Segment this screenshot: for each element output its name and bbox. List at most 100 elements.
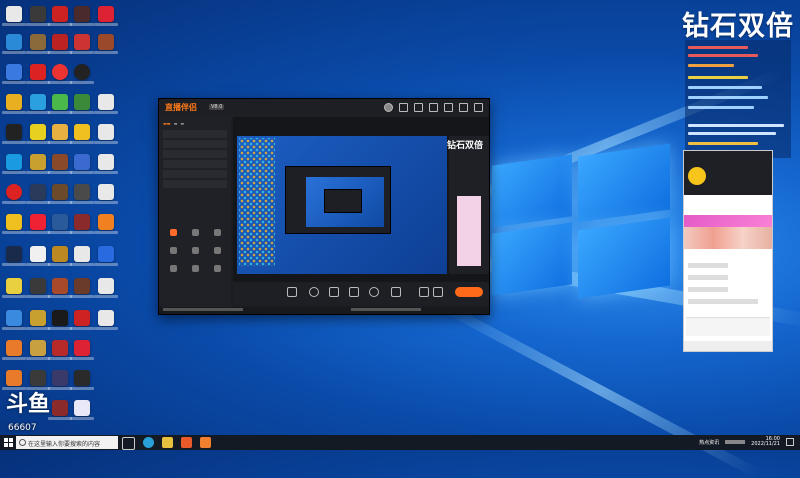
desktop-icon[interactable] (94, 6, 118, 26)
desktop-icon[interactable] (94, 214, 118, 234)
list-item[interactable] (688, 275, 728, 280)
scene-item[interactable] (163, 130, 227, 138)
desktop-icon[interactable] (70, 246, 94, 266)
stream-preview[interactable] (237, 136, 447, 274)
desktop-icon[interactable] (94, 124, 118, 144)
desktop-icon[interactable] (26, 370, 50, 390)
desktop-icon[interactable] (2, 6, 26, 26)
tab-material[interactable]: ▬ (174, 121, 178, 126)
list-item[interactable] (688, 287, 728, 292)
avatar[interactable] (688, 167, 706, 185)
bottom-card[interactable] (686, 317, 770, 336)
clock[interactable]: 16:00 2022/11/21 (751, 437, 780, 447)
desktop-icon[interactable] (70, 370, 94, 390)
photo-strip[interactable] (684, 227, 772, 249)
desktop-icon[interactable] (70, 214, 94, 234)
desktop-icon[interactable] (94, 94, 118, 114)
desktop-icon[interactable] (70, 310, 94, 330)
location-icon[interactable] (309, 287, 319, 297)
desktop-icon[interactable] (70, 340, 94, 360)
desktop-icon[interactable] (70, 184, 94, 204)
desktop-icon[interactable] (48, 34, 72, 54)
desktop-icon[interactable] (2, 278, 26, 298)
desktop-icon[interactable] (70, 64, 94, 84)
tool-button[interactable] (163, 229, 183, 243)
record-icon[interactable] (349, 287, 359, 297)
tool-button[interactable] (207, 247, 227, 261)
desktop-icon[interactable] (2, 370, 26, 390)
desktop-icon[interactable] (26, 340, 50, 360)
desktop-icon[interactable] (48, 154, 72, 174)
desktop-icon[interactable] (70, 154, 94, 174)
desktop-icon[interactable] (48, 340, 72, 360)
app-titlebar[interactable]: 直播伴侣 V8.0 (159, 99, 489, 117)
desktop-icon[interactable] (26, 64, 50, 84)
desktop-icon[interactable] (48, 246, 72, 266)
desktop-icon[interactable] (94, 310, 118, 330)
desktop-icon[interactable] (2, 340, 26, 360)
desktop-icon[interactable] (26, 94, 50, 114)
desktop-icon[interactable] (2, 154, 26, 174)
app-icon[interactable] (181, 437, 192, 448)
desktop-icon[interactable] (70, 278, 94, 298)
desktop-icon[interactable] (48, 400, 72, 420)
desktop-icon[interactable] (94, 184, 118, 204)
avatar-icon[interactable] (384, 103, 393, 112)
desktop-icon[interactable] (26, 214, 50, 234)
scene-item[interactable] (163, 160, 227, 168)
desktop-icon[interactable] (48, 214, 72, 234)
edge-icon[interactable] (143, 437, 154, 448)
desktop-icon[interactable] (94, 278, 118, 298)
desktop-icon[interactable] (2, 184, 26, 204)
task-view-icon[interactable] (122, 437, 135, 450)
screenshot-icon[interactable] (287, 287, 297, 297)
desktop-icon[interactable] (26, 278, 50, 298)
desktop-icon[interactable] (48, 184, 72, 204)
start-live-button[interactable] (455, 287, 483, 297)
search-box[interactable]: 在这里输入你要搜索的内容 (16, 436, 118, 449)
list-item[interactable] (688, 263, 728, 268)
tool-button[interactable] (163, 247, 183, 261)
desktop-icon[interactable] (94, 34, 118, 54)
desktop-icon[interactable] (94, 154, 118, 174)
desktop-icon[interactable] (2, 310, 26, 330)
desktop-icon[interactable] (48, 310, 72, 330)
menu-icon[interactable] (429, 103, 438, 112)
speaker-icon[interactable] (391, 287, 401, 297)
minimize-icon[interactable] (444, 103, 453, 112)
desktop-icon[interactable] (2, 64, 26, 84)
desktop-icon[interactable] (48, 64, 72, 84)
scene-item[interactable] (163, 170, 227, 178)
desktop-icon[interactable] (26, 6, 50, 26)
start-button[interactable] (4, 438, 13, 447)
list-item[interactable] (688, 299, 758, 304)
desktop-icon[interactable] (70, 94, 94, 114)
desktop-icon[interactable] (48, 6, 72, 26)
desktop-icon[interactable] (2, 94, 26, 114)
notification-icon[interactable] (786, 438, 794, 446)
close-icon[interactable] (474, 103, 483, 112)
news-label[interactable]: 热点资讯 (699, 439, 719, 446)
camera-icon[interactable] (419, 287, 429, 297)
phone-window[interactable] (683, 150, 773, 352)
tool-button[interactable] (207, 265, 227, 279)
desktop-icon[interactable] (26, 124, 50, 144)
desktop-icon[interactable] (48, 124, 72, 144)
desktop-icon[interactable] (70, 400, 94, 420)
layout-icon[interactable] (329, 287, 339, 297)
scene-item[interactable] (163, 140, 227, 148)
tool-button[interactable] (163, 265, 183, 279)
desktop-icon[interactable] (48, 94, 72, 114)
tool-button[interactable] (185, 247, 205, 261)
desktop-icon[interactable] (26, 310, 50, 330)
mail-icon[interactable] (399, 103, 408, 112)
tab-layer[interactable]: ▬ (180, 121, 184, 126)
mic-icon[interactable] (369, 287, 379, 297)
desktop-icon[interactable] (2, 246, 26, 266)
settings-icon[interactable] (414, 103, 423, 112)
desktop-icon[interactable] (26, 154, 50, 174)
settings-icon[interactable] (433, 287, 443, 297)
streaming-app-window[interactable]: 直播伴侣 V8.0 ▬▬ ▬ ▬ 钻石双倍 (158, 98, 490, 315)
scene-item[interactable] (163, 150, 227, 158)
tool-button[interactable] (185, 265, 205, 279)
